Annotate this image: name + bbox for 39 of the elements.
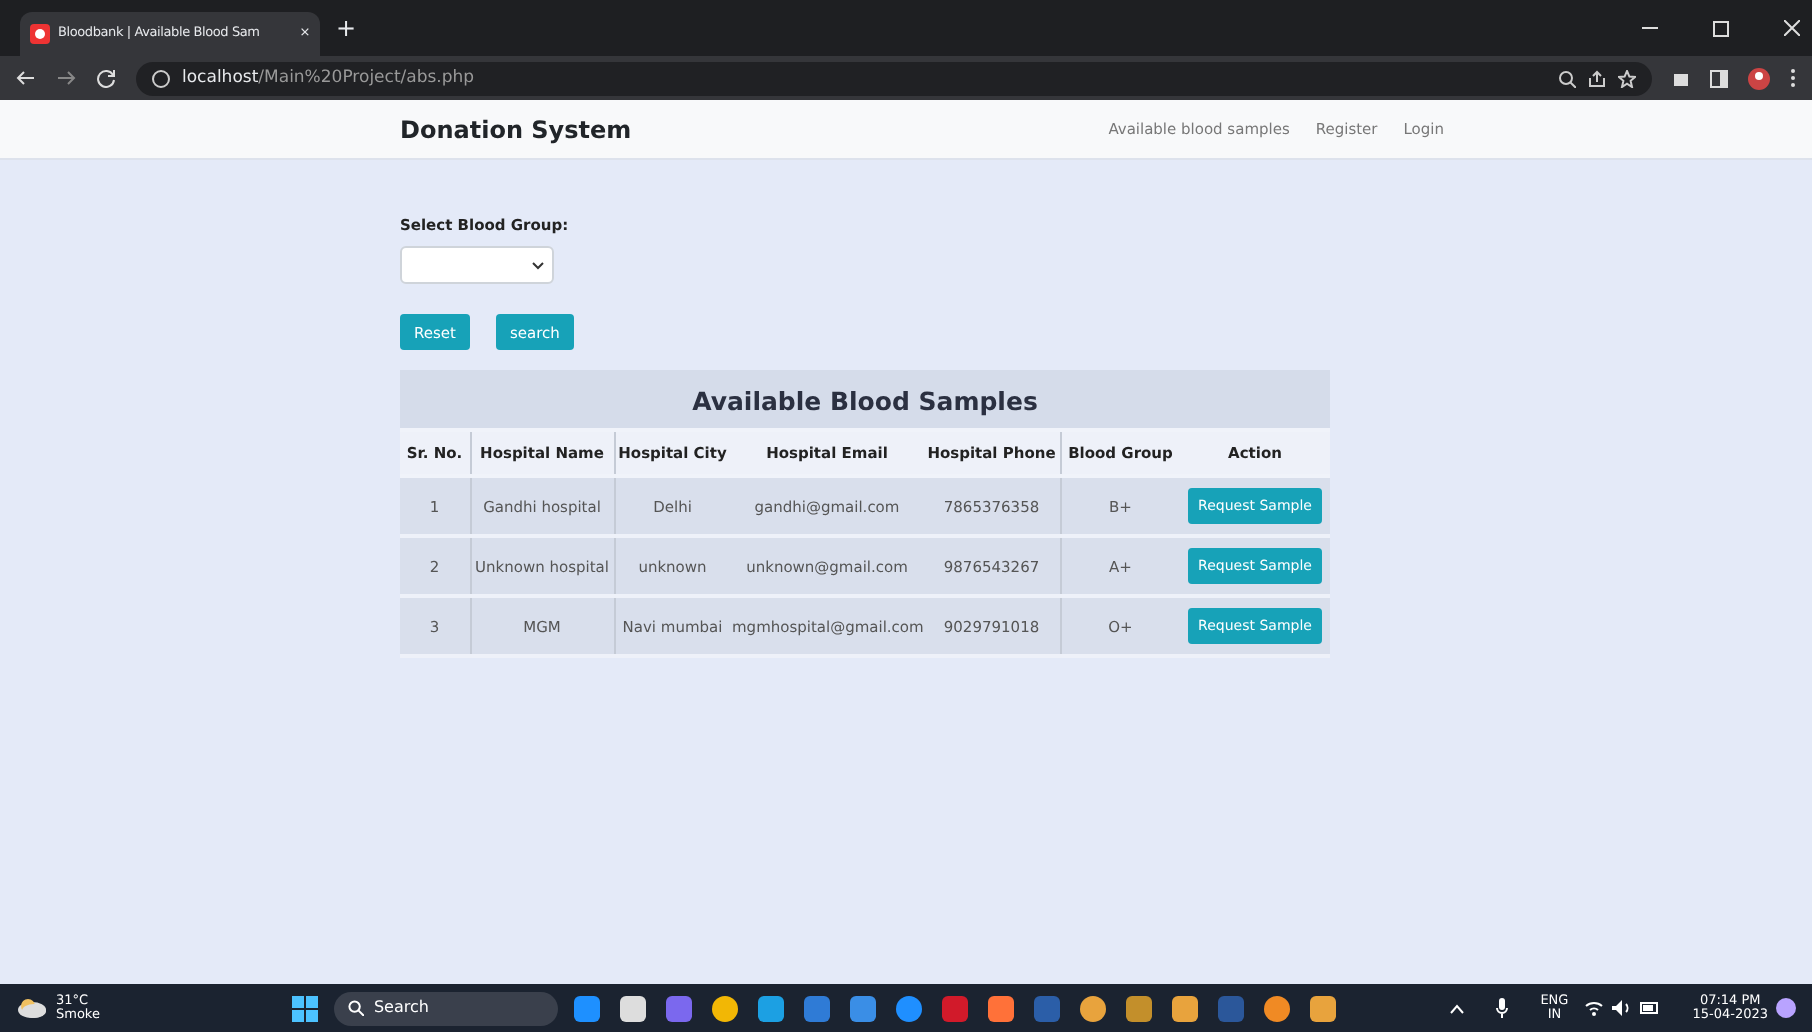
- menu-icon[interactable]: [1790, 68, 1796, 88]
- wifi-icon[interactable]: [1584, 1000, 1605, 1016]
- reload-icon[interactable]: [96, 68, 116, 88]
- app-icon[interactable]: [757, 995, 784, 1021]
- app-icon[interactable]: [1263, 995, 1290, 1021]
- close-icon[interactable]: [1784, 20, 1800, 36]
- microphone-icon[interactable]: [1496, 998, 1509, 1018]
- restore-icon[interactable]: [1712, 18, 1732, 38]
- app-icon[interactable]: [711, 995, 738, 1021]
- back-arrow-icon[interactable]: [16, 68, 36, 88]
- taskbar-search-field[interactable]: Search: [333, 991, 558, 1025]
- profile-avatar-icon[interactable]: [1748, 67, 1770, 89]
- table-title: Available Blood Samples: [400, 370, 1330, 433]
- app-icon[interactable]: [895, 995, 922, 1021]
- star-icon[interactable]: [1618, 69, 1636, 87]
- site-icon: [30, 24, 50, 44]
- app-icon[interactable]: [1309, 995, 1336, 1021]
- app-icon[interactable]: [1079, 995, 1106, 1021]
- address-bar[interactable]: localhost/Main%20Project/abs.php: [136, 61, 1652, 95]
- start-icon[interactable]: [291, 995, 318, 1021]
- brand-title[interactable]: Donation System: [400, 111, 632, 147]
- share-icon[interactable]: [1588, 69, 1606, 87]
- zoom-icon[interactable]: [1558, 69, 1576, 87]
- app-icon[interactable]: [987, 995, 1014, 1021]
- side-panel-icon[interactable]: [1710, 69, 1728, 87]
- chevron-down-icon: [532, 261, 544, 270]
- app-icon[interactable]: [1125, 995, 1152, 1021]
- app-icon[interactable]: [1171, 995, 1198, 1021]
- weather-cloud-icon[interactable]: [16, 998, 48, 1018]
- notification-icon[interactable]: [1776, 998, 1796, 1018]
- new-tab-button[interactable]: +: [336, 10, 357, 46]
- battery-icon[interactable]: [1640, 1002, 1661, 1014]
- app-icon[interactable]: [573, 995, 600, 1021]
- forward-arrow-icon[interactable]: [56, 68, 76, 88]
- app-icon[interactable]: [619, 995, 646, 1021]
- chevron-up-icon[interactable]: [1450, 1003, 1465, 1013]
- app-icon[interactable]: [849, 995, 876, 1021]
- speaker-icon[interactable]: [1612, 1000, 1633, 1016]
- search-icon: [347, 1000, 364, 1016]
